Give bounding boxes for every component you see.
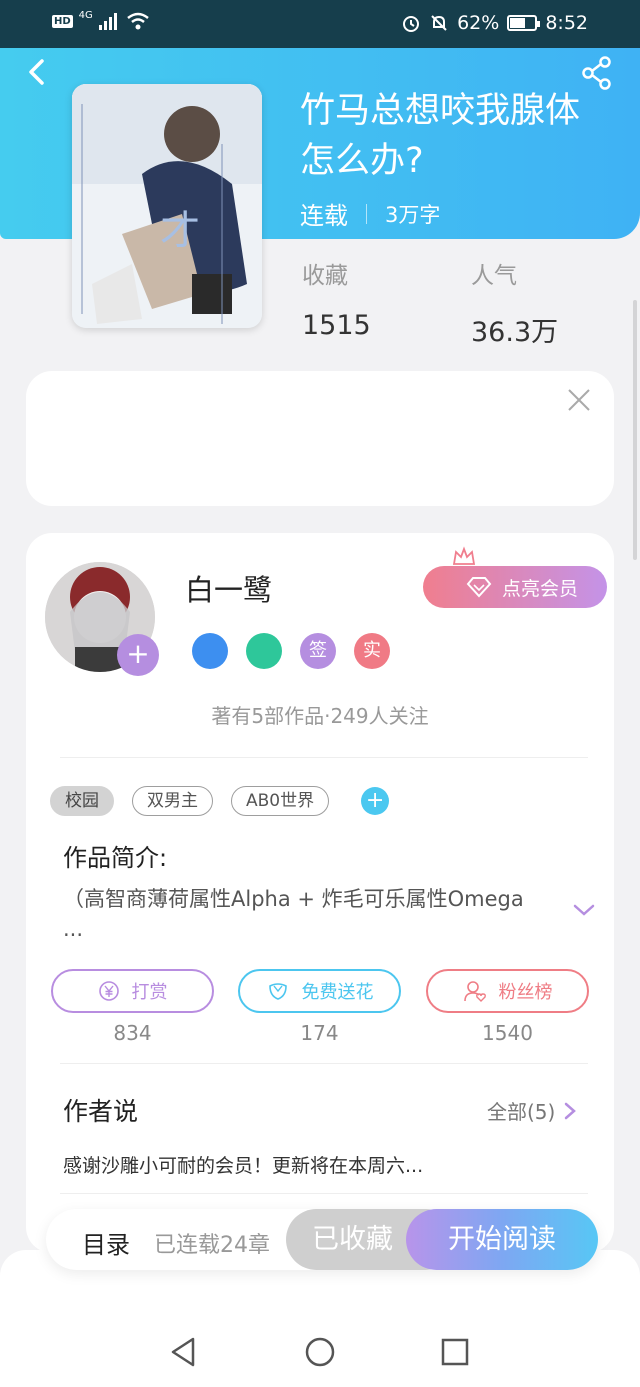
alarm-icon	[403, 16, 420, 32]
add-tag-button[interactable]: +	[361, 787, 390, 815]
author-says-heading: 作者说	[63, 1097, 139, 1126]
phone-badge-icon[interactable]	[192, 633, 228, 669]
close-icon[interactable]	[566, 387, 592, 413]
author-name[interactable]: 白一鹭	[185, 567, 272, 609]
flower-count: 174	[300, 1021, 339, 1045]
divider	[60, 1063, 588, 1064]
clock: 8:52	[545, 12, 588, 34]
sign-badge-icon[interactable]: 签	[300, 633, 336, 669]
nav-recents-icon[interactable]	[439, 1336, 471, 1368]
diamond-icon	[466, 577, 492, 598]
nav-home-icon[interactable]	[304, 1336, 336, 1368]
book-meta: 连载 3万字	[300, 196, 440, 231]
stat-value: 1515	[302, 310, 371, 341]
stat-value: 36.3万	[471, 317, 559, 348]
word-count: 3万字	[385, 202, 441, 227]
author-badges: 签 实	[192, 633, 390, 669]
flower-icon	[268, 983, 287, 1000]
fan-rank-label: 粉丝榜	[498, 982, 553, 1003]
fan-count: 1540	[482, 1021, 533, 1045]
wifi-icon	[127, 12, 149, 30]
battery-percent: 62%	[457, 12, 500, 34]
meta-divider	[366, 203, 367, 224]
nav-back-icon[interactable]	[167, 1336, 199, 1368]
real-name-badge-icon[interactable]: 实	[354, 633, 390, 669]
divider	[60, 1193, 588, 1194]
share-icon[interactable]	[581, 56, 613, 90]
status-bar: HD 4G 62% 8:52	[0, 0, 640, 48]
stat-label: 人气	[471, 263, 517, 289]
start-reading-button[interactable]: 开始阅读	[406, 1209, 598, 1270]
intro-heading: 作品简介:	[63, 844, 168, 872]
author-summary: 著有5部作品·249人关注	[211, 704, 429, 728]
svg-text:才: 才	[160, 208, 200, 254]
reward-count: 834	[113, 1021, 152, 1045]
network-type-label: 4G	[78, 9, 93, 21]
signal-icon	[98, 13, 117, 30]
author-says-text[interactable]: 感谢沙雕小可耐的会员！更新将在本周六...	[63, 1151, 423, 1178]
chapter-count[interactable]: 已连载24章	[154, 1227, 270, 1259]
send-flower-label: 免费送花	[301, 982, 374, 1003]
author-says-all-link[interactable]: 全部(5)	[487, 1096, 577, 1125]
vip-button[interactable]: 点亮会员	[423, 566, 607, 608]
author-says-all-label: 全部(5)	[487, 1100, 556, 1124]
tag-item[interactable]: 校园	[50, 786, 114, 816]
stat-favorites: 收藏 1515	[302, 256, 371, 341]
fan-rank-button[interactable]: 粉丝榜	[426, 969, 589, 1013]
book-title: 竹马总想咬我腺体怎么办?	[300, 91, 581, 181]
crown-icon	[452, 546, 476, 565]
hd-badge: HD	[52, 14, 73, 28]
tag-list: 校园 双男主 AB0世界 +	[50, 786, 390, 816]
chevron-right-icon	[565, 1102, 577, 1119]
fan-icon	[463, 981, 486, 1002]
reward-label: 打赏	[131, 982, 168, 1003]
battery-icon	[507, 15, 541, 31]
stat-label: 收藏	[302, 263, 348, 289]
follow-add-button[interactable]: +	[117, 634, 159, 676]
yen-icon	[98, 981, 119, 1001]
send-flower-button[interactable]: 免费送花	[238, 969, 401, 1013]
mute-icon	[431, 15, 447, 31]
stat-popularity: 人气 36.3万	[471, 256, 558, 349]
tag-item[interactable]: 双男主	[132, 786, 213, 816]
chevron-down-icon[interactable]	[572, 898, 596, 922]
toc-button[interactable]: 目录	[82, 1225, 130, 1260]
vip-button-label: 点亮会员	[501, 577, 578, 600]
reward-button[interactable]: 打赏	[51, 969, 214, 1013]
divider	[60, 757, 588, 758]
serial-status: 连载	[300, 202, 348, 230]
book-cover[interactable]: 才	[72, 84, 262, 328]
scrollbar[interactable]	[633, 300, 637, 560]
tag-item[interactable]: AB0世界	[231, 786, 330, 816]
intro-text[interactable]: （高智商薄荷属性Alpha + 炸毛可乐属性Omega ...	[63, 884, 533, 944]
ad-card	[26, 371, 614, 506]
back-icon[interactable]	[22, 56, 54, 88]
handshake-badge-icon[interactable]	[246, 633, 282, 669]
cover-illustration: 才	[72, 84, 262, 328]
